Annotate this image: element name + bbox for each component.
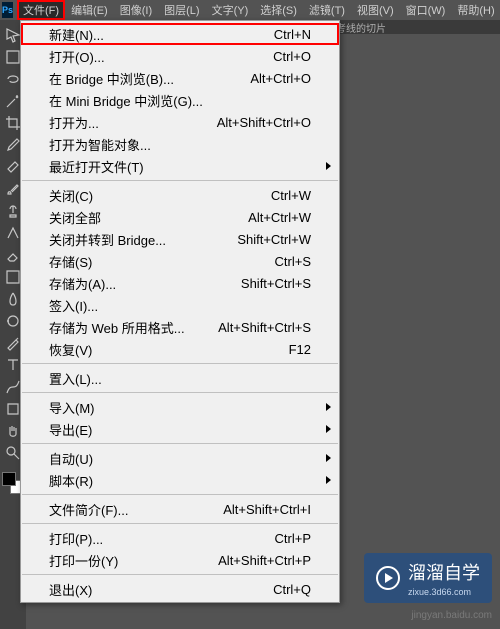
menu-separator [22,180,338,181]
menu-item-shortcut: Alt+Shift+Ctrl+P [218,553,311,568]
watermark-title: 溜溜自学 [408,559,480,585]
submenu-arrow-icon [326,425,331,433]
play-icon [376,566,400,590]
watermark-badge: 溜溜自学 zixue.3d66.com [364,553,492,603]
menu-separator [22,443,338,444]
menu-item-1-1[interactable]: 关闭全部Alt+Ctrl+W [21,206,339,228]
menubar-item-4[interactable]: 文字(Y) [206,0,255,20]
menu-item-4-0[interactable]: 自动(U) [21,447,339,469]
menu-item-label: 存储为 Web 所用格式... [49,318,218,337]
menu-item-label: 在 Bridge 中浏览(B)... [49,69,250,88]
menu-item-shortcut: Ctrl+O [273,49,311,64]
menu-item-0-4[interactable]: 打开为...Alt+Shift+Ctrl+O [21,111,339,133]
menu-item-4-1[interactable]: 脚本(R) [21,469,339,491]
source-caption: jingyan.baidu.com [411,610,492,621]
menubar-item-0[interactable]: 文件(F) [17,0,65,20]
submenu-arrow-icon [326,476,331,484]
menu-item-label: 关闭并转到 Bridge... [49,230,237,249]
menubar-item-1[interactable]: 编辑(E) [65,0,114,20]
file-menu: 新建(N)...Ctrl+N打开(O)...Ctrl+O在 Bridge 中浏览… [20,20,340,603]
menu-item-label: 导出(E) [49,420,311,439]
menu-separator [22,523,338,524]
menu-item-6-1[interactable]: 打印一份(Y)Alt+Shift+Ctrl+P [21,549,339,571]
menu-item-label: 存储(S) [49,252,275,271]
menu-item-label: 打开为... [49,113,217,132]
menu-item-0-2[interactable]: 在 Bridge 中浏览(B)...Alt+Ctrl+O [21,67,339,89]
menubar-item-2[interactable]: 图像(I) [114,0,158,20]
menu-item-7-0[interactable]: 退出(X)Ctrl+Q [21,578,339,600]
menu-item-3-0[interactable]: 导入(M) [21,396,339,418]
menu-item-1-4[interactable]: 存储为(A)...Shift+Ctrl+S [21,272,339,294]
menu-item-label: 打开为智能对象... [49,135,311,154]
menubar-item-3[interactable]: 图层(L) [158,0,205,20]
menu-item-label: 打开(O)... [49,47,273,66]
options-bar-text: 考线的切片 [336,20,386,35]
menu-item-shortcut: Ctrl+S [275,254,311,269]
menu-item-0-6[interactable]: 最近打开文件(T) [21,155,339,177]
menu-item-shortcut: F12 [289,342,311,357]
menu-item-label: 自动(U) [49,449,311,468]
menu-item-1-6[interactable]: 存储为 Web 所用格式...Alt+Shift+Ctrl+S [21,316,339,338]
menu-item-0-1[interactable]: 打开(O)...Ctrl+O [21,45,339,67]
submenu-arrow-icon [326,454,331,462]
menubar-item-9[interactable]: 帮助(H) [451,0,500,20]
watermark-subtitle: zixue.3d66.com [408,587,480,597]
menu-item-label: 关闭全部 [49,208,248,227]
menubar-item-6[interactable]: 滤镜(T) [303,0,351,20]
menu-item-label: 置入(L)... [49,369,311,388]
menu-item-shortcut: Ctrl+P [275,531,311,546]
menubar-item-8[interactable]: 窗口(W) [400,0,452,20]
menu-item-shortcut: Alt+Shift+Ctrl+S [218,320,311,335]
menu-item-label: 新建(N)... [49,25,274,44]
menu-item-label: 关闭(C) [49,186,271,205]
menu-item-label: 导入(M) [49,398,311,417]
menu-item-5-0[interactable]: 文件简介(F)...Alt+Shift+Ctrl+I [21,498,339,520]
menu-item-label: 在 Mini Bridge 中浏览(G)... [49,91,311,110]
menu-item-2-0[interactable]: 置入(L)... [21,367,339,389]
menu-separator [22,494,338,495]
menu-item-shortcut: Alt+Ctrl+O [250,71,311,86]
menu-item-0-0[interactable]: 新建(N)...Ctrl+N [21,23,339,45]
menu-item-0-5[interactable]: 打开为智能对象... [21,133,339,155]
submenu-arrow-icon [326,403,331,411]
menu-item-shortcut: Alt+Shift+Ctrl+I [223,502,311,517]
menu-item-label: 打印一份(Y) [49,551,218,570]
submenu-arrow-icon [326,162,331,170]
menu-item-shortcut: Ctrl+N [274,27,311,42]
menu-separator [22,574,338,575]
menu-item-label: 文件简介(F)... [49,500,223,519]
menu-separator [22,392,338,393]
menu-item-label: 打印(P)... [49,529,275,548]
menu-item-shortcut: Alt+Shift+Ctrl+O [217,115,311,130]
menu-item-1-5[interactable]: 签入(I)... [21,294,339,316]
menu-item-label: 最近打开文件(T) [49,157,311,176]
menu-item-3-1[interactable]: 导出(E) [21,418,339,440]
menu-item-shortcut: Shift+Ctrl+W [237,232,311,247]
menubar-item-5[interactable]: 选择(S) [254,0,303,20]
menu-item-label: 恢复(V) [49,340,289,359]
menu-item-shortcut: Shift+Ctrl+S [241,276,311,291]
menu-item-shortcut: Ctrl+W [271,188,311,203]
menu-item-0-3[interactable]: 在 Mini Bridge 中浏览(G)... [21,89,339,111]
foreground-color-swatch[interactable] [2,472,16,486]
app-logo: Ps [2,2,13,18]
menu-item-1-0[interactable]: 关闭(C)Ctrl+W [21,184,339,206]
menu-item-6-0[interactable]: 打印(P)...Ctrl+P [21,527,339,549]
menubar: Ps 文件(F)编辑(E)图像(I)图层(L)文字(Y)选择(S)滤镜(T)视图… [0,0,500,20]
menu-separator [22,363,338,364]
menubar-item-7[interactable]: 视图(V) [351,0,400,20]
menu-item-label: 存储为(A)... [49,274,241,293]
menu-item-label: 脚本(R) [49,471,311,490]
menu-item-shortcut: Alt+Ctrl+W [248,210,311,225]
menu-item-label: 退出(X) [49,580,273,599]
menu-item-shortcut: Ctrl+Q [273,582,311,597]
menu-item-label: 签入(I)... [49,296,311,315]
menu-item-1-2[interactable]: 关闭并转到 Bridge...Shift+Ctrl+W [21,228,339,250]
menu-item-1-3[interactable]: 存储(S)Ctrl+S [21,250,339,272]
menu-item-1-7[interactable]: 恢复(V)F12 [21,338,339,360]
